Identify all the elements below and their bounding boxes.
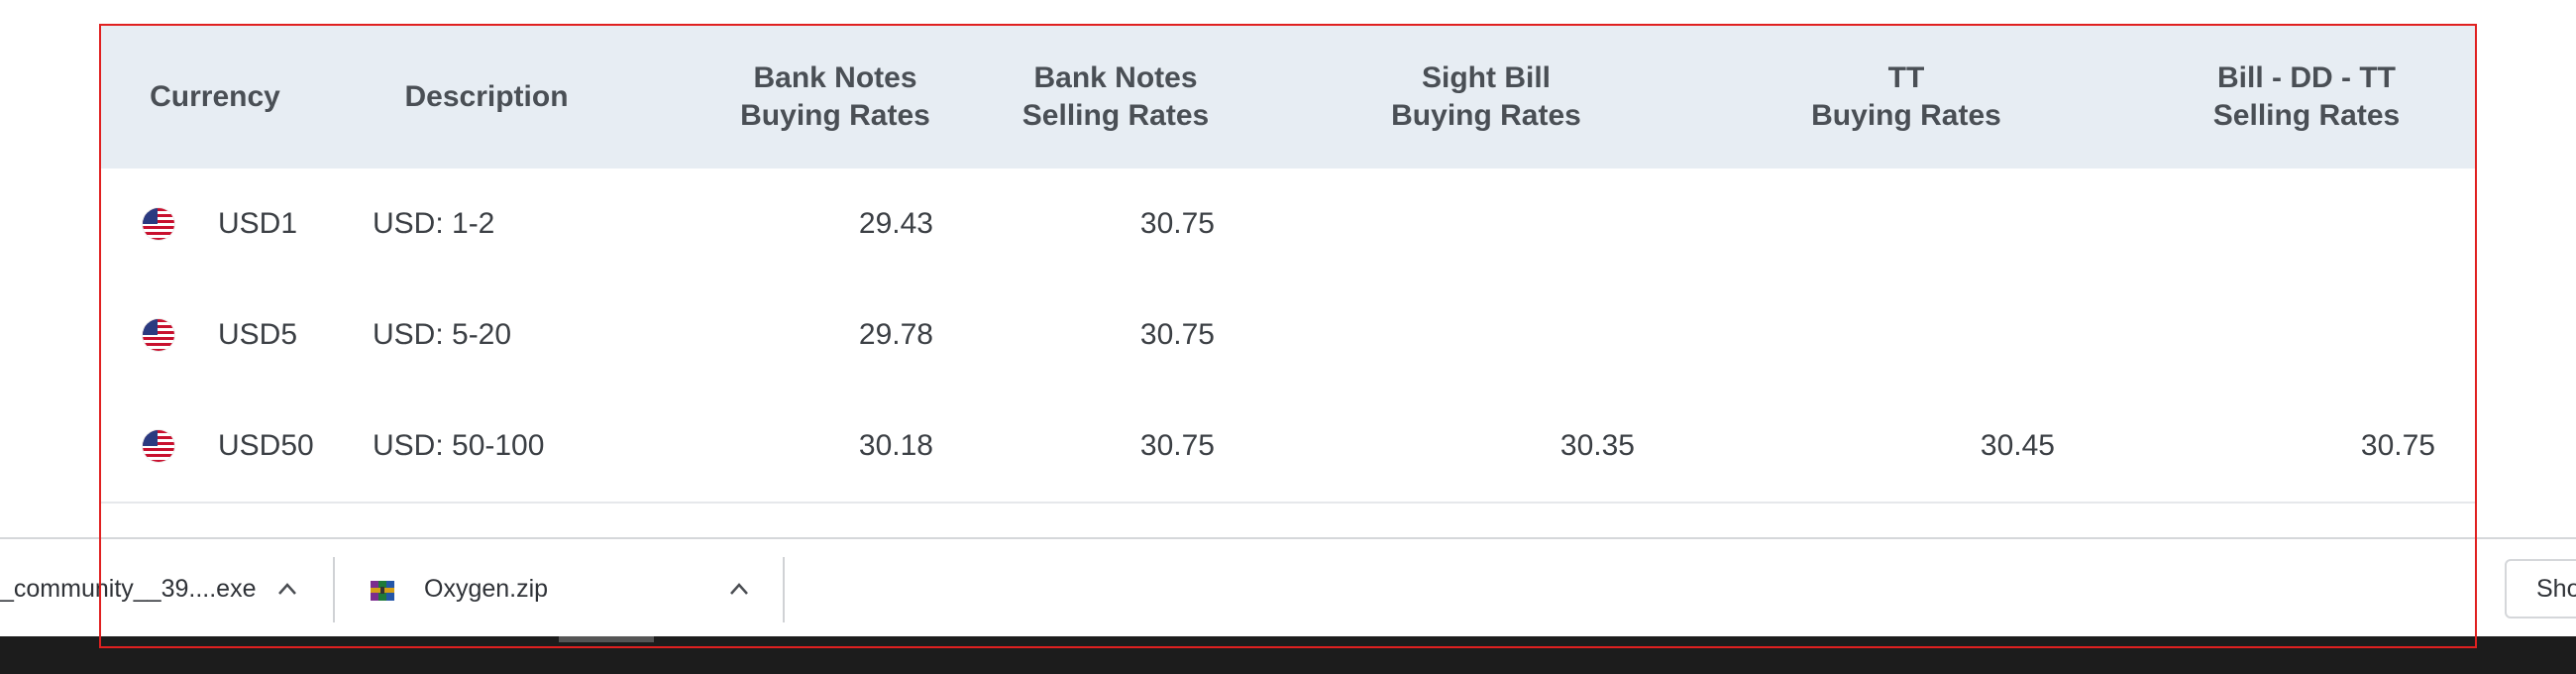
tt-buying-rate xyxy=(1857,168,2055,280)
header-bank-notes-buying: Bank Notes Buying Rates xyxy=(740,61,930,132)
download-separator xyxy=(783,557,785,622)
page: Currency Description Bank Notes Buying R… xyxy=(0,0,2576,674)
bank-notes-selling-rate: 30.75 xyxy=(1139,207,1215,240)
bank-notes-selling-rate: 30.75 xyxy=(1139,429,1215,462)
header-description: Description xyxy=(404,80,569,113)
taskbar-indicator xyxy=(559,636,654,642)
us-flag-icon xyxy=(143,208,174,240)
bank-notes-selling-rate: 30.75 xyxy=(1139,318,1215,351)
us-flag-icon xyxy=(143,430,174,462)
currency-code: USD1 xyxy=(218,207,298,240)
downloads-bar: _community__39....exe Oxygen.zip Sho xyxy=(0,537,2576,638)
table-header-row: Currency Description Bank Notes Buying R… xyxy=(101,26,2475,168)
bill-dd-tt-selling-rate xyxy=(2237,280,2435,391)
download-item-exe[interactable]: _community__39....exe xyxy=(0,539,256,638)
table-row: USD5 USD: 5-20 29.78 30.75 xyxy=(101,280,2475,393)
currency-code: USD50 xyxy=(218,429,314,462)
download-filename: _community__39....exe xyxy=(0,574,257,603)
currency-description: USD: 50-100 xyxy=(373,429,545,462)
download-filename: Oxygen.zip xyxy=(424,574,549,603)
bank-notes-buying-rate: 29.78 xyxy=(858,318,933,351)
bill-dd-tt-selling-rate: 30.75 xyxy=(2360,429,2435,462)
bottom-taskbar xyxy=(0,636,2576,674)
bank-notes-buying-rate: 29.43 xyxy=(858,207,933,240)
sight-bill-buying-rate xyxy=(1437,168,1635,280)
table-row: USD1 USD: 1-2 29.43 30.75 xyxy=(101,168,2475,281)
exchange-rates-table: Currency Description Bank Notes Buying R… xyxy=(101,26,2475,565)
header-bill-dd-tt-selling: Bill - DD - TT Selling Rates xyxy=(2212,61,2401,132)
currency-description: USD: 1-2 xyxy=(373,207,495,240)
header-sight-bill-buying: Sight Bill Buying Rates xyxy=(1391,61,1581,132)
tt-buying-rate: 30.45 xyxy=(1980,429,2055,462)
header-bank-notes-selling: Bank Notes Selling Rates xyxy=(1021,61,1210,132)
sight-bill-buying-rate xyxy=(1437,280,1635,391)
sight-bill-buying-rate: 30.35 xyxy=(1559,429,1635,462)
show-all-downloads-button[interactable]: Sho xyxy=(2505,559,2576,618)
tt-buying-rate xyxy=(1857,280,2055,391)
currency-code: USD5 xyxy=(218,318,298,351)
us-flag-icon xyxy=(143,319,174,351)
header-tt-buying: TT Buying Rates xyxy=(1811,61,2001,132)
bank-notes-buying-rate: 30.18 xyxy=(858,429,933,462)
currency-description: USD: 5-20 xyxy=(373,318,512,351)
bill-dd-tt-selling-rate xyxy=(2237,168,2435,280)
download-separator xyxy=(333,557,335,622)
header-currency: Currency xyxy=(150,80,280,113)
table-row: USD50 USD: 50-100 30.18 30.75 30.35 30.4… xyxy=(101,391,2475,504)
download-options-chevron-up-icon[interactable] xyxy=(268,539,307,638)
download-options-chevron-up-icon[interactable] xyxy=(719,539,759,638)
zip-archive-icon xyxy=(371,581,394,601)
